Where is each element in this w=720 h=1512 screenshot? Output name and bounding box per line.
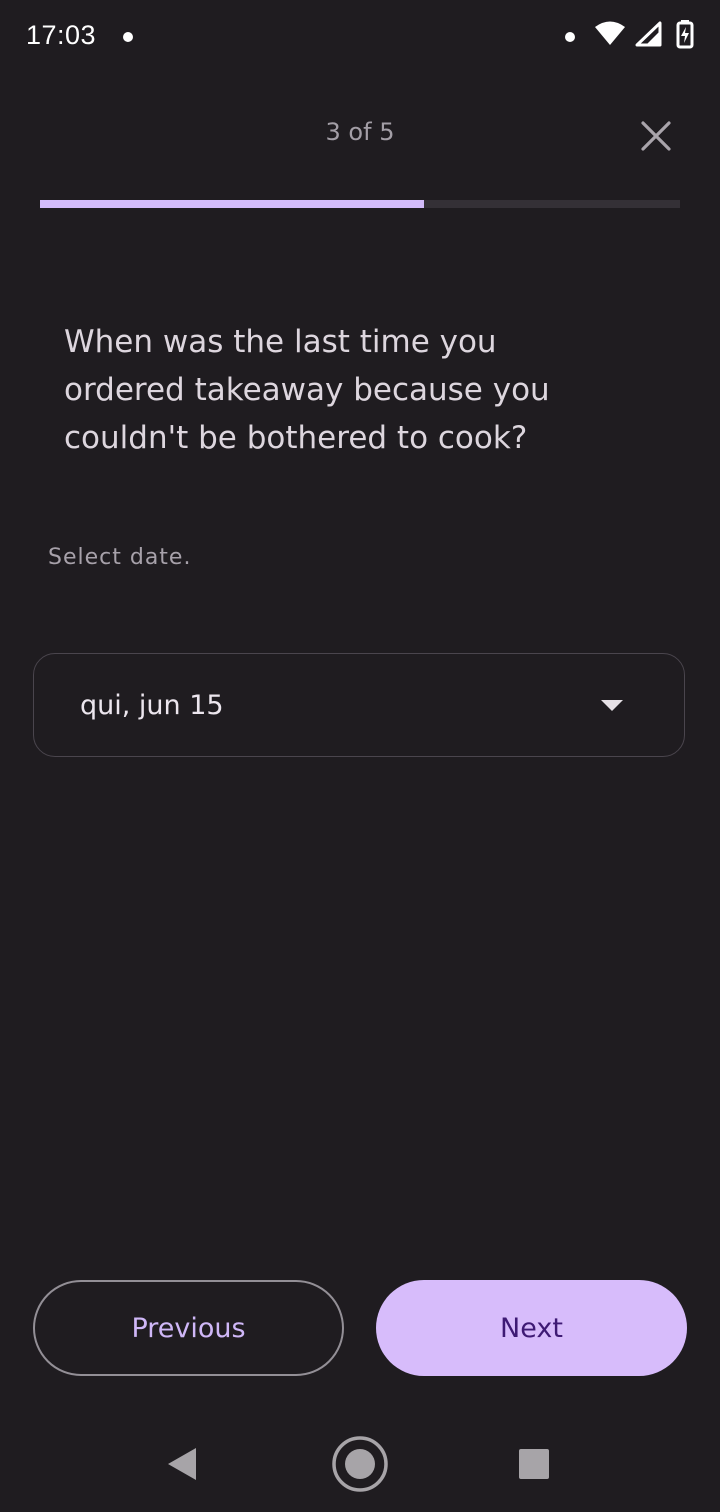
progress-fill [40, 200, 424, 208]
previous-button[interactable]: Previous [33, 1280, 344, 1376]
select-date-hint: Select date. [48, 545, 192, 570]
progress-bar [40, 200, 680, 208]
step-counter: 3 of 5 [325, 118, 395, 146]
back-icon[interactable] [166, 1446, 198, 1482]
close-button[interactable] [630, 110, 682, 162]
notification-dot-icon [123, 32, 133, 42]
date-dropdown[interactable]: qui, jun 15 [33, 653, 685, 757]
dropdown-caret-icon [601, 700, 623, 711]
status-dot-icon [565, 32, 575, 42]
previous-button-label: Previous [131, 1312, 246, 1344]
status-bar: 17:03 [0, 0, 720, 76]
next-button-label: Next [500, 1312, 563, 1344]
wifi-icon [595, 21, 625, 45]
question-text: When was the last time you ordered takea… [64, 324, 550, 456]
home-icon[interactable] [331, 1435, 389, 1493]
status-time: 17:03 [26, 20, 97, 50]
date-value: qui, jun 15 [80, 690, 224, 721]
cell-signal-icon [635, 21, 662, 47]
recents-icon[interactable] [519, 1449, 549, 1479]
next-button[interactable]: Next [376, 1280, 687, 1376]
close-icon [641, 121, 671, 151]
battery-charging-icon [676, 20, 694, 49]
